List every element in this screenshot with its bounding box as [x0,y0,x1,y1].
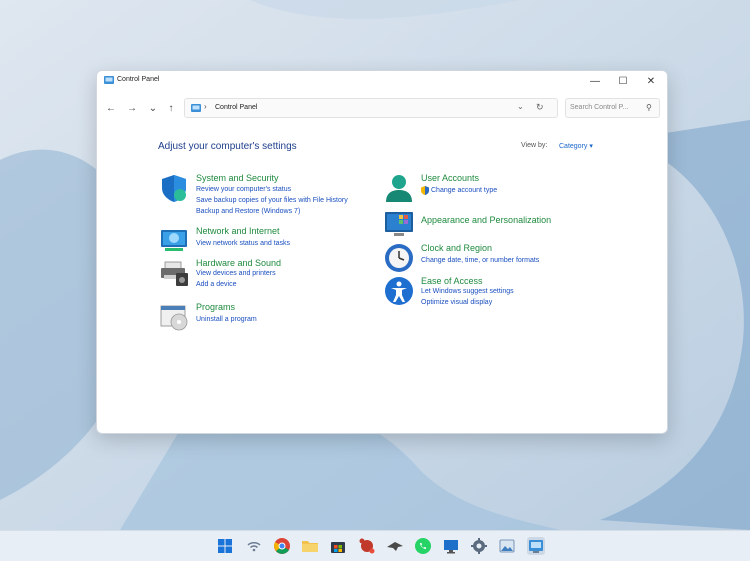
taskbar [0,530,750,561]
puzzle-app-icon[interactable] [358,537,376,555]
category-network-and-internet: Network and Internet View network status… [159,226,389,256]
clock-icon [385,244,413,272]
whatsapp-icon[interactable] [414,537,432,555]
breadcrumb-control-panel[interactable]: Control Panel [215,104,257,111]
category-link[interactable]: Save backup copies of your files with Fi… [196,197,348,204]
breadcrumb-separator: › [204,102,207,111]
printer-icon [161,261,188,286]
address-bar[interactable]: › Control Panel ⌄ ↻ [184,98,558,118]
up-button[interactable]: ↑ [164,101,178,115]
navigation-bar: ← → ⌄ ↑ › Control Panel ⌄ ↻ Search Contr… [97,95,667,121]
category-link[interactable]: View network status and tasks [196,240,290,247]
maximize-button[interactable]: ☐ [609,71,637,91]
store-icon[interactable] [329,537,347,555]
category-title[interactable]: Appearance and Personalization [421,215,551,225]
control-panel-icon [104,76,114,84]
category-link[interactable]: Backup and Restore (Windows 7) [196,208,300,215]
category-link[interactable]: Add a device [196,281,236,288]
category-link[interactable]: Change account type [431,187,497,194]
category-title[interactable]: Clock and Region [421,243,492,253]
settings-gear-icon[interactable] [470,537,488,555]
category-system-and-security: System and Security Review your computer… [159,173,389,219]
category-title[interactable]: User Accounts [421,173,479,183]
search-icon: ⚲ [646,103,652,112]
chrome-icon[interactable] [273,537,291,555]
minimize-button[interactable]: — [581,71,609,91]
category-hardware-and-sound: Hardware and Sound View devices and prin… [159,258,389,288]
category-appearance-and-personalization: Appearance and Personalization [384,209,624,239]
remote-desktop-icon[interactable] [442,537,460,555]
user-icon [386,175,412,202]
network-icon [161,230,187,251]
uac-shield-icon [421,186,429,195]
photos-icon[interactable] [498,537,516,555]
file-explorer-icon[interactable] [301,537,319,555]
close-button[interactable]: ✕ [637,71,665,91]
forward-button[interactable]: → [125,101,139,115]
category-link[interactable]: Uninstall a program [196,316,257,323]
wifi-icon[interactable] [245,537,263,555]
view-by-dropdown[interactable]: Category ▾ [559,142,593,150]
window-title: Control Panel [117,76,160,83]
accessibility-icon [385,277,413,305]
control-panel-icon [191,104,201,112]
category-title[interactable]: Hardware and Sound [196,258,281,268]
appearance-icon [385,212,413,236]
category-ease-of-access: Ease of Access Let Windows suggest setti… [384,276,624,306]
category-title[interactable]: Programs [196,302,235,312]
hawk-app-icon[interactable] [386,537,404,555]
search-box[interactable]: Search Control P... ⚲ [565,98,660,118]
category-user-accounts: User Accounts Change account type [384,173,624,203]
category-link[interactable]: Let Windows suggest settings [421,288,514,295]
category-title[interactable]: Network and Internet [196,226,280,236]
address-dropdown-button[interactable]: ⌄ [517,102,524,111]
title-bar[interactable]: Control Panel — ☐ ✕ [97,71,667,91]
recent-locations-button[interactable]: ⌄ [146,101,160,115]
view-by-label: View by: [521,142,548,149]
category-link[interactable]: Review your computer's status [196,186,291,193]
control-panel-window: Control Panel — ☐ ✕ ← → ⌄ ↑ › Control Pa… [96,70,668,434]
control-panel-icon[interactable] [527,537,545,555]
page-heading: Adjust your computer's settings [158,141,297,152]
category-link[interactable]: View devices and printers [196,270,276,277]
category-link[interactable]: Optimize visual display [421,299,492,306]
refresh-button[interactable]: ↻ [536,102,544,113]
back-button[interactable]: ← [104,101,118,115]
category-link[interactable]: Change date, time, or number formats [421,257,539,264]
category-programs: Programs Uninstall a program [159,302,389,332]
windows-start-icon[interactable] [216,537,234,555]
category-title[interactable]: Ease of Access [421,276,483,286]
search-input[interactable]: Search Control P... [570,104,628,111]
shield-icon [162,175,186,202]
programs-icon [160,305,188,331]
category-title[interactable]: System and Security [196,173,279,183]
category-clock-and-region: Clock and Region Change date, time, or n… [384,243,624,273]
